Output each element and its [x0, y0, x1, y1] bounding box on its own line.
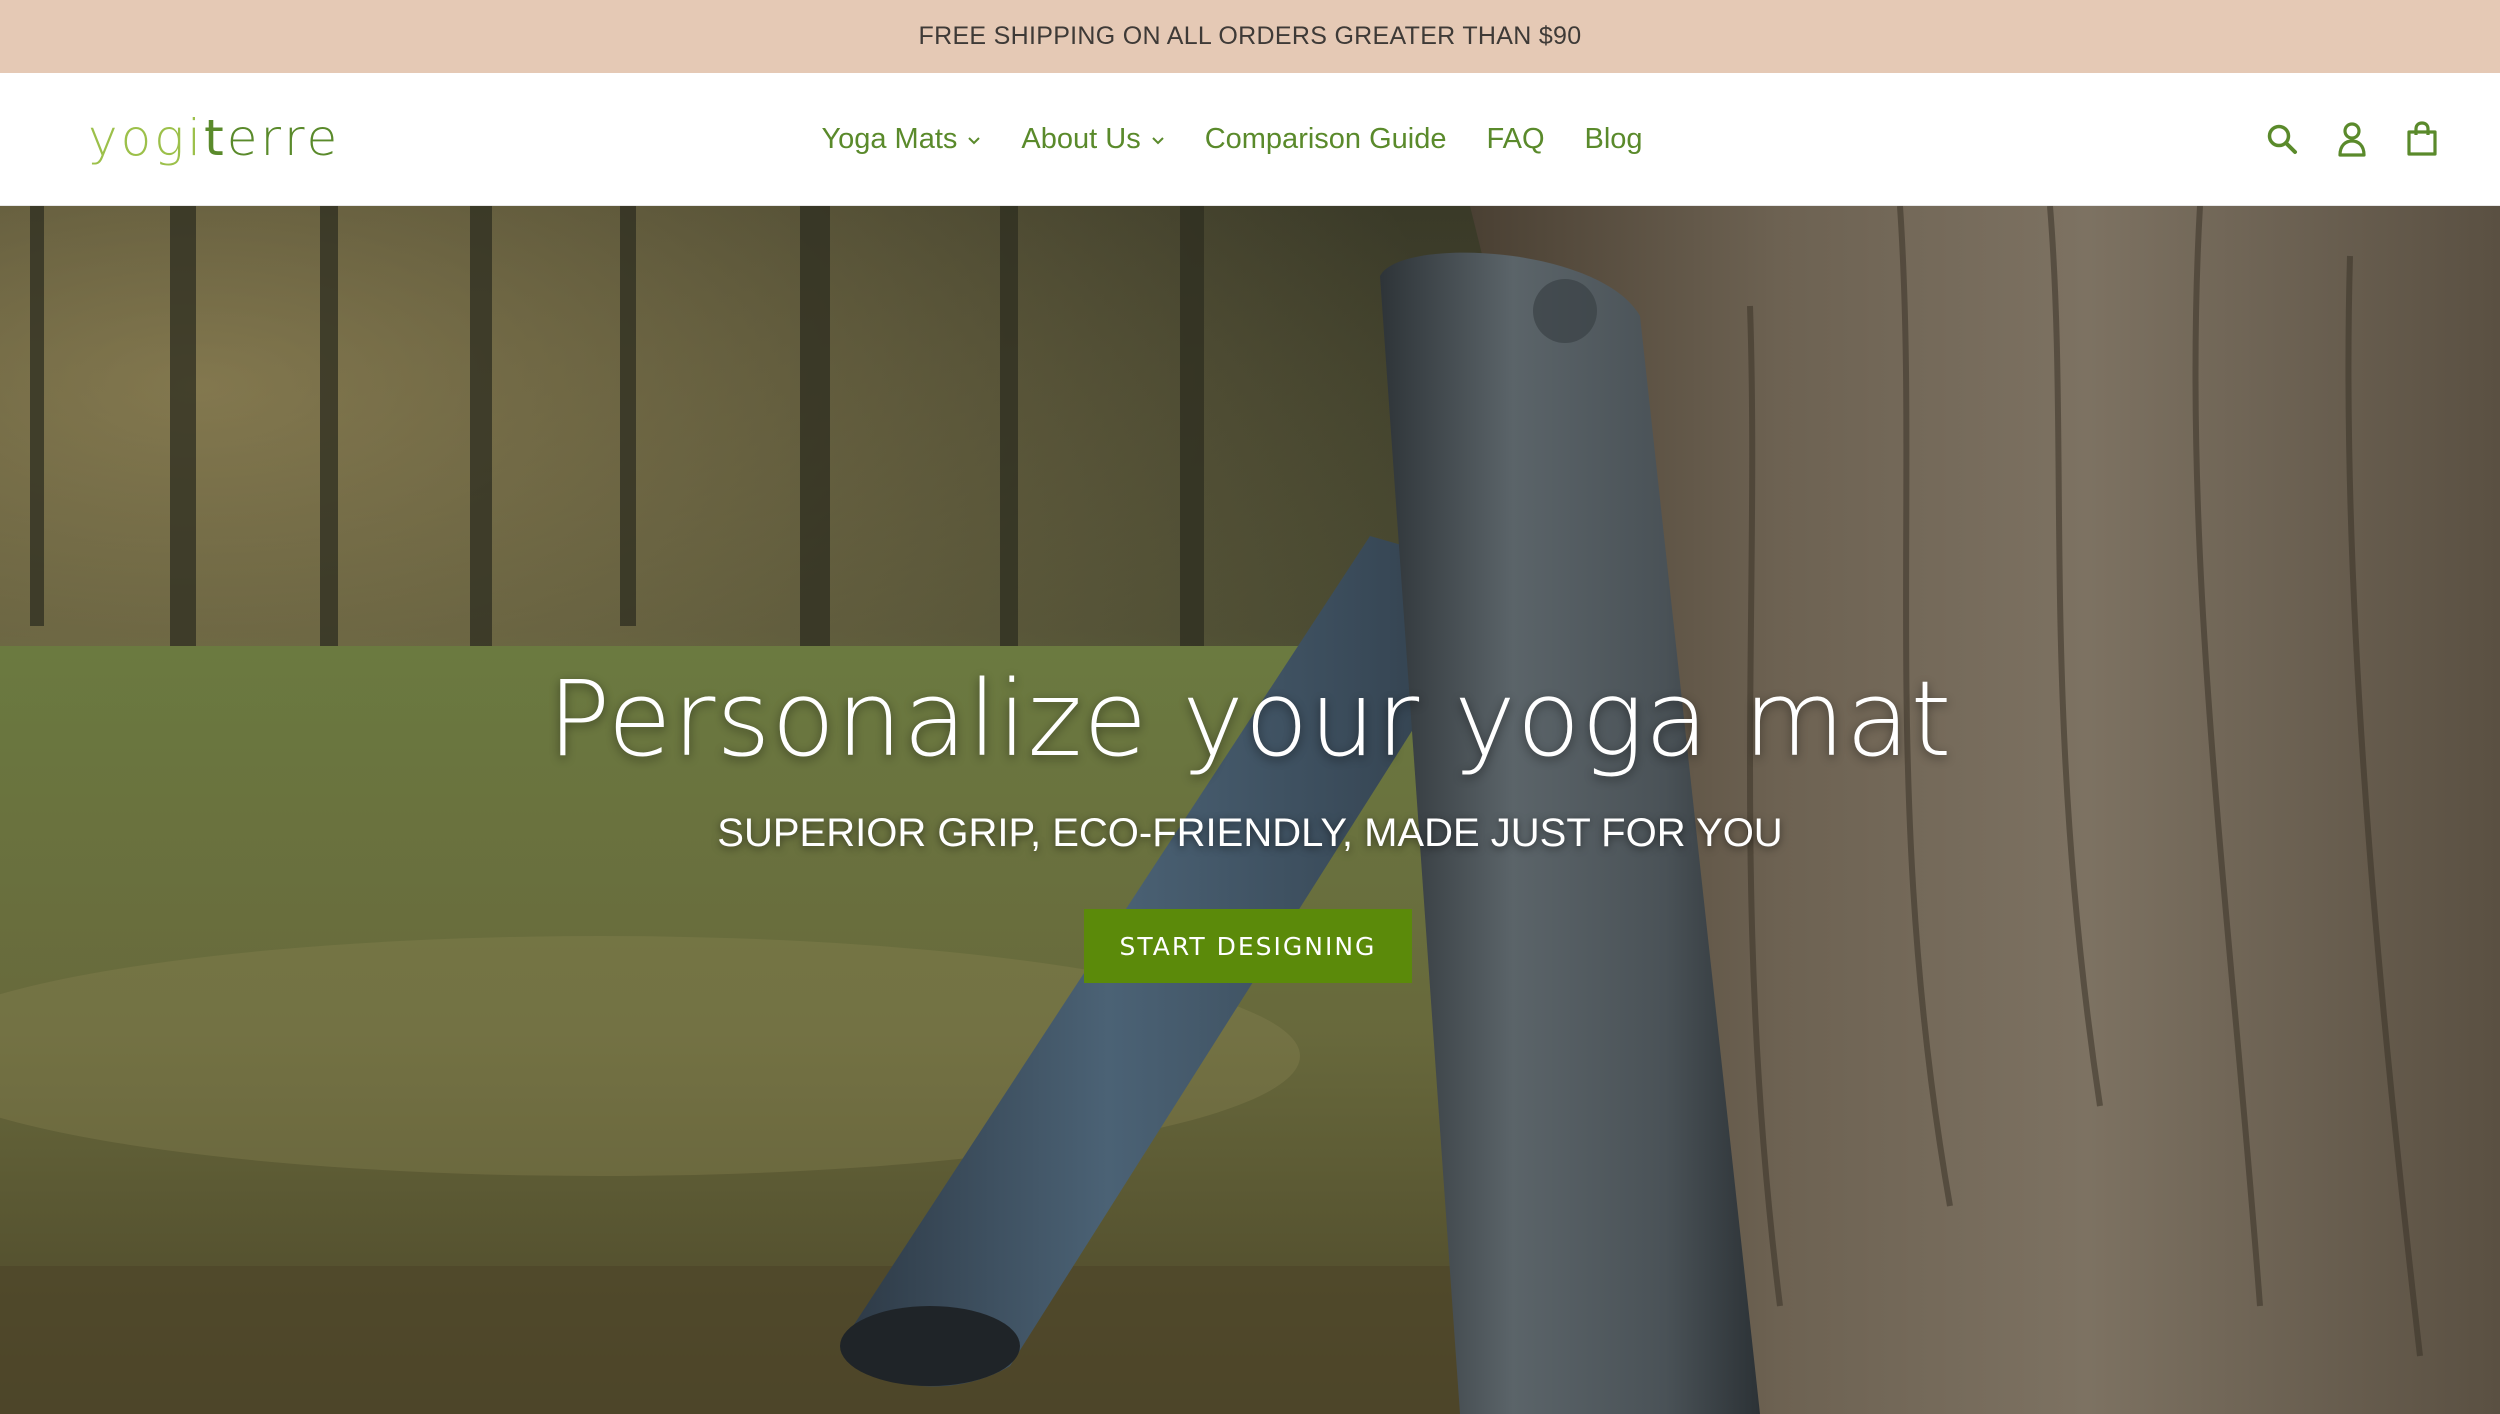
chevron-down-icon	[1151, 136, 1164, 144]
nav-item-label: About Us	[1021, 123, 1141, 155]
start-designing-button[interactable]: START DESIGNING	[1084, 909, 1412, 983]
header-icons	[2262, 119, 2442, 159]
main-nav: Yoga Mats About Us Comparison Guide FAQ …	[0, 73, 2500, 206]
nav-item-yoga-mats[interactable]: Yoga Mats	[821, 123, 981, 156]
announcement-text: FREE SHIPPING ON ALL ORDERS GREATER THAN…	[918, 22, 1582, 50]
search-button[interactable]	[2262, 119, 2302, 159]
nav-item-label: Comparison Guide	[1204, 123, 1447, 155]
hero-background-image	[0, 206, 2500, 1414]
hero-banner: Personalize your yoga mat SUPERIOR GRIP,…	[0, 206, 2500, 1414]
site-header: yogi t erre Yoga Mats About Us Comparison …	[0, 73, 2500, 206]
nav-item-label: FAQ	[1486, 123, 1545, 155]
nav-item-about-us[interactable]: About Us	[1021, 123, 1164, 156]
nav-item-blog[interactable]: Blog	[1585, 123, 1643, 156]
hero-subtitle: SUPERIOR GRIP, ECO-FRIENDLY, MADE JUST F…	[717, 811, 1783, 855]
nav-item-faq[interactable]: FAQ	[1487, 123, 1545, 156]
account-button[interactable]	[2332, 119, 2372, 159]
cart-button[interactable]	[2402, 119, 2442, 159]
nav-item-label: Blog	[1584, 123, 1643, 155]
announcement-bar: FREE SHIPPING ON ALL ORDERS GREATER THAN…	[0, 0, 2500, 73]
nav-item-label: Yoga Mats	[821, 123, 958, 155]
hero-title: Personalize your yoga mat	[547, 658, 1953, 780]
search-icon	[2267, 124, 2297, 154]
cart-icon	[2407, 121, 2437, 156]
account-icon	[2338, 122, 2366, 157]
nav-item-comparison-guide[interactable]: Comparison Guide	[1205, 123, 1447, 156]
chevron-down-icon	[968, 136, 981, 144]
